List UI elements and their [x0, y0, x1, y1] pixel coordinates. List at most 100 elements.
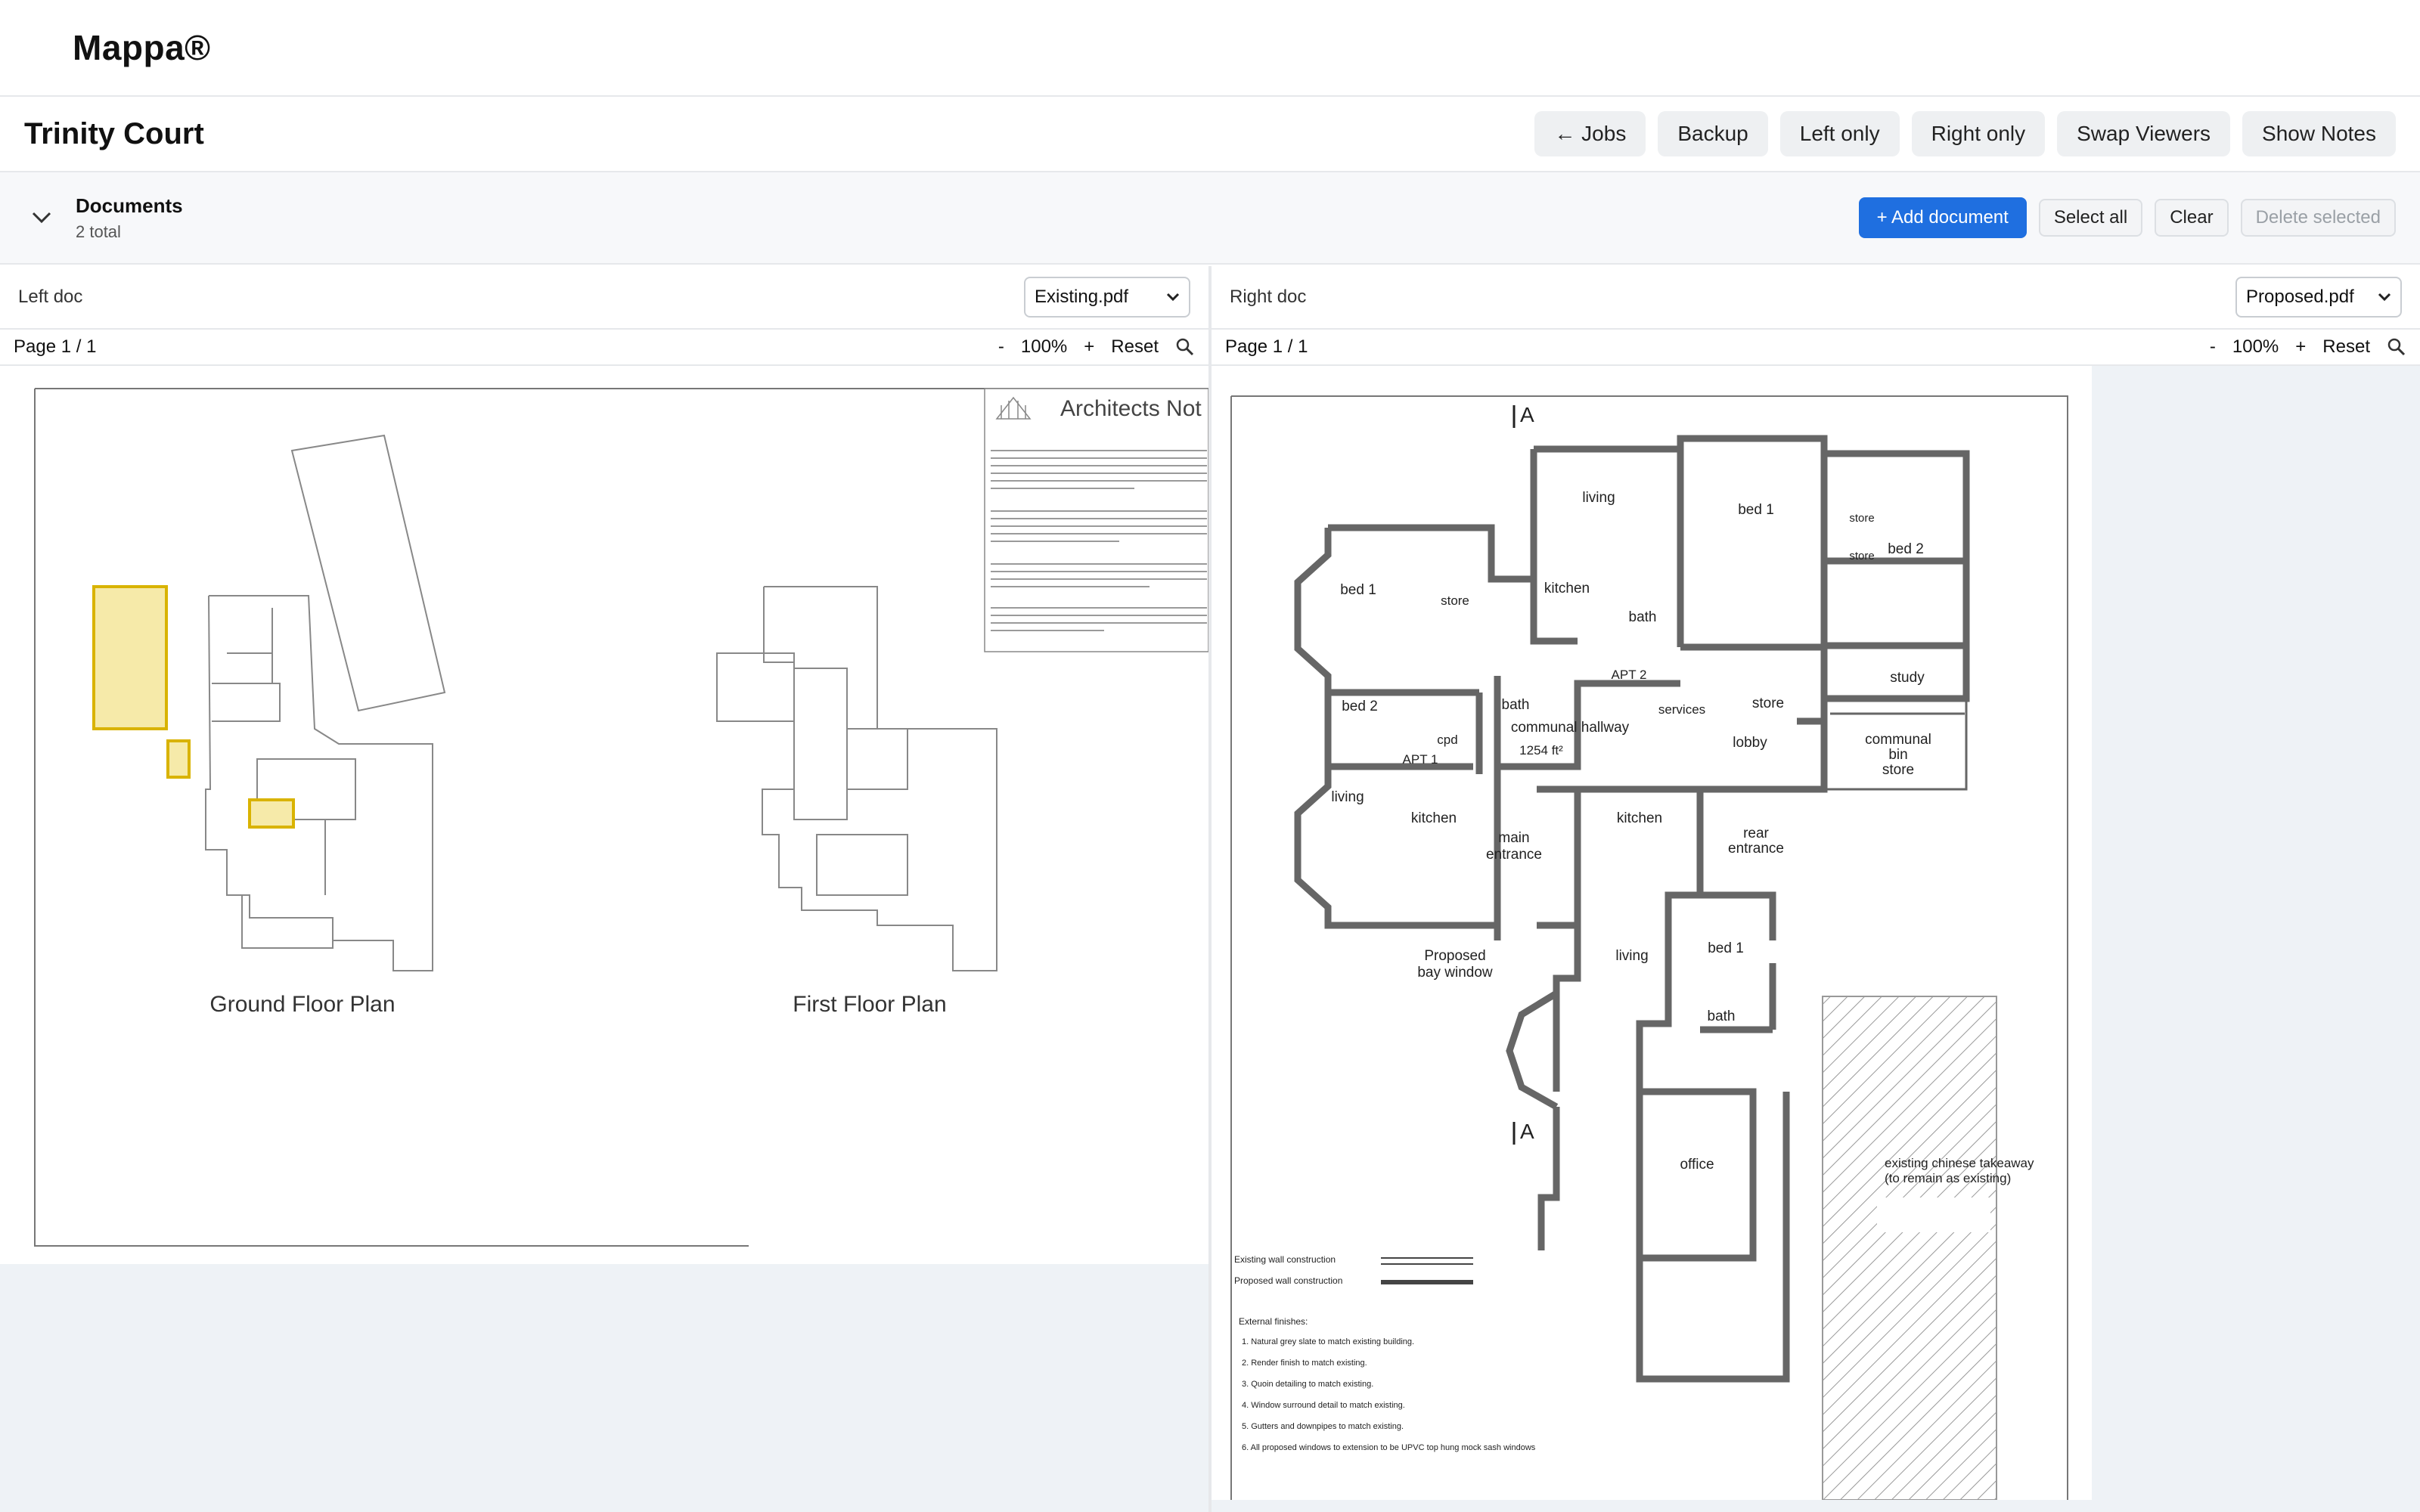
select-all-button[interactable]: Select all	[2038, 199, 2143, 237]
room-label: kitchen	[1544, 581, 1590, 596]
room-label: store	[1752, 696, 1784, 711]
left-document-page: Architects Not Ground Floor Plan First F…	[0, 366, 1208, 1264]
room-label: bed 2	[1342, 699, 1378, 714]
swap-viewers-button[interactable]: Swap Viewers	[2057, 111, 2231, 156]
first-floor-label: First Floor Plan	[793, 992, 946, 1017]
highlight-conservatory[interactable]	[92, 585, 168, 730]
highlight-small-room[interactable]	[166, 739, 191, 779]
finish-item: 4. Window surround detail to match exist…	[1242, 1401, 1405, 1410]
ground-floor-label: Ground Floor Plan	[209, 992, 395, 1017]
room-label: existing chinese takeaway	[1885, 1156, 2034, 1170]
legend-proposed-label: Proposed wall construction	[1234, 1275, 1342, 1286]
documents-title: Documents	[76, 194, 183, 217]
highlight-wc[interactable]	[248, 798, 295, 829]
left-viewer-label: Left doc	[18, 287, 83, 307]
right-canvas[interactable]: living bed 1 bed 2 kitchen bath store st…	[1212, 366, 2420, 1512]
room-label: entrance	[1728, 841, 1784, 857]
app-title: Mappa®	[73, 28, 211, 67]
room-label: rear	[1743, 826, 1769, 841]
room-label: bath	[1708, 1009, 1736, 1024]
finish-item: 2. Render finish to match existing.	[1242, 1359, 1367, 1368]
left-page-indicator: Page 1 / 1	[14, 336, 97, 357]
right-zoom-out-button[interactable]: -	[2210, 336, 2216, 358]
left-zoom-in-button[interactable]: +	[1084, 336, 1094, 358]
right-only-button[interactable]: Right only	[1911, 111, 2046, 156]
right-viewer: Right doc Proposed.pdf Page 1 / 1 - 100%…	[1212, 266, 2420, 1512]
left-zoom-out-button[interactable]: -	[998, 336, 1004, 358]
left-doc-select-value: Existing.pdf	[1035, 287, 1129, 307]
right-page-indicator: Page 1 / 1	[1225, 336, 1308, 357]
room-label: living	[1331, 789, 1364, 805]
room-label: store	[1882, 762, 1914, 778]
room-label: store	[1441, 593, 1469, 608]
finish-item: 1. Natural grey slate to match existing …	[1242, 1337, 1414, 1346]
room-label: lobby	[1733, 735, 1767, 751]
room-label: office	[1680, 1157, 1714, 1173]
left-viewer: Left doc Existing.pdf Page 1 / 1 - 100% …	[0, 266, 1208, 1512]
chevron-down-icon	[2378, 293, 2391, 302]
takeaway-hatch	[1822, 996, 1997, 1501]
room-label: entrance	[1486, 847, 1542, 863]
legend-existing-label: Existing wall construction	[1234, 1254, 1336, 1265]
room-label: kitchen	[1617, 810, 1662, 826]
room-label: bath	[1502, 697, 1530, 713]
right-zoom-in-button[interactable]: +	[2295, 336, 2306, 358]
left-doc-select[interactable]: Existing.pdf	[1024, 277, 1190, 318]
room-label: living	[1615, 948, 1648, 964]
right-doc-select-value: Proposed.pdf	[2246, 287, 2354, 307]
room-label: 1254 ft²	[1519, 743, 1563, 758]
job-bar: Trinity Court ← Jobs Backup Left only Ri…	[0, 97, 2420, 172]
backup-button[interactable]: Backup	[1658, 111, 1768, 156]
room-label: store	[1849, 512, 1874, 525]
job-title: Trinity Court	[24, 116, 204, 150]
documents-count: 2 total	[76, 222, 121, 241]
clear-button[interactable]: Clear	[2155, 199, 2229, 237]
room-label: bay window	[1417, 965, 1493, 981]
room-label: Proposed	[1424, 948, 1485, 964]
finish-item: 6. All proposed windows to extension to …	[1242, 1443, 1536, 1452]
finish-item: 5. Gutters and downpipes to match existi…	[1242, 1422, 1404, 1431]
room-label: kitchen	[1411, 810, 1457, 826]
section-marker: A	[1520, 1120, 1534, 1143]
toolbar: ← Jobs Backup Left only Right only Swap …	[1534, 111, 2396, 156]
room-label: cpd	[1437, 733, 1457, 747]
right-zoom-level: 100%	[2232, 336, 2279, 357]
search-icon[interactable]	[2387, 337, 2406, 357]
left-only-button[interactable]: Left only	[1779, 111, 1900, 156]
right-document-page: living bed 1 bed 2 kitchen bath store st…	[1212, 366, 2092, 1501]
room-label: (to remain as existing)	[1885, 1171, 2011, 1185]
room-label: bin	[1888, 747, 1907, 763]
right-doc-select[interactable]: Proposed.pdf	[2235, 277, 2402, 318]
section-marker: A	[1520, 403, 1534, 426]
search-icon[interactable]	[1175, 337, 1195, 357]
notes-title: Architects Not	[1060, 396, 1202, 421]
documents-bar: Documents 2 total + Add document Select …	[0, 172, 2420, 265]
room-label: bed 1	[1738, 502, 1774, 518]
room-label: bath	[1629, 609, 1657, 625]
jobs-button[interactable]: ← Jobs	[1534, 111, 1646, 156]
right-floor-plan-drawing: living bed 1 bed 2 kitchen bath store st…	[1230, 395, 2068, 1501]
room-label: services	[1658, 702, 1705, 717]
first-floor-plan	[716, 586, 997, 971]
add-document-button[interactable]: + Add document	[1858, 197, 2027, 238]
left-canvas[interactable]: Architects Not Ground Floor Plan First F…	[0, 366, 1208, 1512]
room-label: communal	[1865, 732, 1931, 748]
room-label: main	[1498, 830, 1529, 846]
delete-selected-button[interactable]: Delete selected	[2240, 199, 2396, 237]
finishes-title: External finishes:	[1239, 1316, 1308, 1327]
ground-floor-plan	[205, 434, 446, 971]
room-label: bed 1	[1708, 940, 1744, 956]
right-reset-button[interactable]: Reset	[2322, 336, 2370, 358]
room-label: bed 1	[1340, 582, 1376, 598]
room-label: APT 2	[1612, 668, 1647, 682]
left-reset-button[interactable]: Reset	[1111, 336, 1159, 358]
show-notes-button[interactable]: Show Notes	[2242, 111, 2396, 156]
left-floor-plan-drawing: Architects Not Ground Floor Plan First F…	[34, 388, 1208, 1247]
room-label: APT 1	[1403, 752, 1438, 767]
room-label: store	[1849, 550, 1874, 562]
left-zoom-level: 100%	[1020, 336, 1068, 357]
room-label: living	[1582, 490, 1615, 506]
finish-item: 3. Quoin detailing to match existing.	[1242, 1380, 1373, 1389]
chevron-down-icon[interactable]	[30, 206, 53, 229]
app-header: Mappa®	[0, 0, 2420, 97]
